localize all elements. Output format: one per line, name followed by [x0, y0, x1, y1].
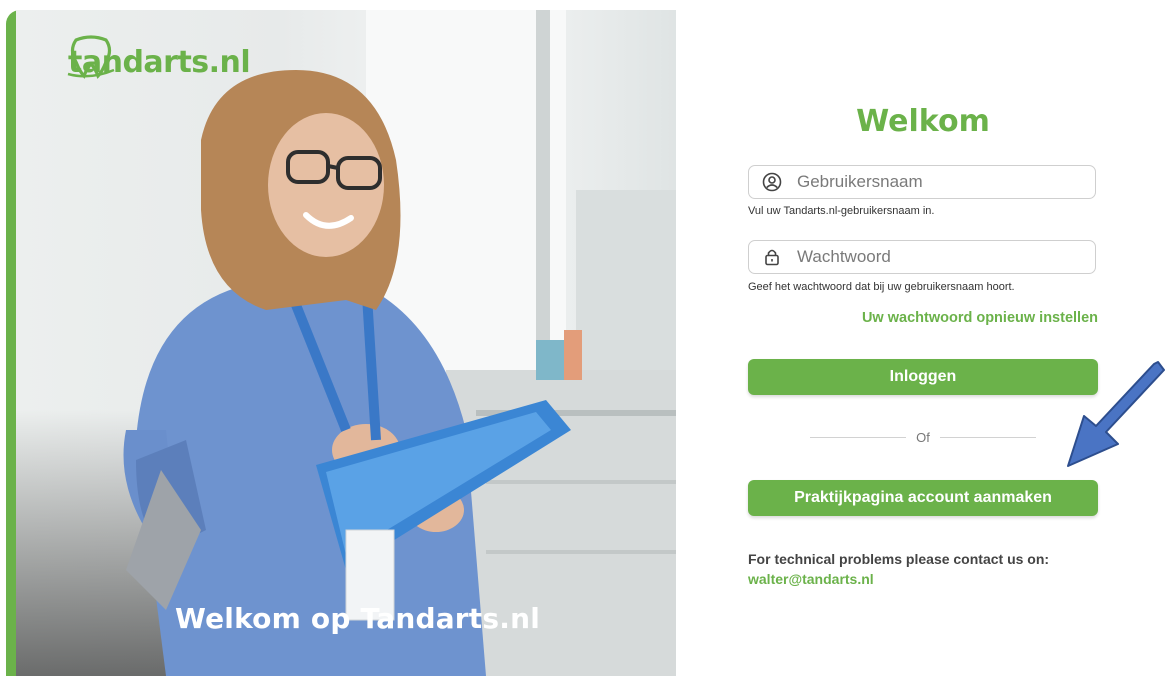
divider-line-right — [939, 436, 1037, 438]
hero-image: tandarts.nl Welkom op Tandarts.nl — [16, 10, 676, 676]
tooth-icon — [67, 35, 115, 79]
create-account-button[interactable]: Praktijkpagina account aanmaken — [748, 480, 1098, 516]
support-text: For technical problems please contact us… — [748, 551, 1050, 567]
hero-title: Welkom op Tandarts.nl — [175, 602, 541, 635]
password-hint: Geef het wachtwoord dat bij uw gebruiker… — [748, 281, 1015, 293]
hero-illustration — [123, 10, 676, 676]
lock-icon — [761, 246, 783, 268]
username-hint: Vul uw Tandarts.nl-gebruikersnaam in. — [748, 205, 935, 217]
blue-arrow-icon — [1067, 361, 1165, 467]
password-field[interactable] — [748, 240, 1096, 274]
login-button[interactable]: Inloggen — [748, 359, 1098, 395]
user-icon — [761, 171, 783, 193]
reset-password-link[interactable]: Uw wachtwoord opnieuw instellen — [748, 310, 1098, 326]
support-email-link[interactable]: walter@tandarts.nl — [748, 571, 874, 587]
support-info: For technical problems please contact us… — [748, 549, 1108, 589]
brand-logo[interactable]: tandarts.nl — [66, 32, 251, 92]
password-input[interactable] — [797, 247, 1077, 267]
username-field[interactable] — [748, 165, 1096, 199]
divider-text: Of — [916, 429, 930, 445]
username-input[interactable] — [797, 172, 1077, 192]
or-divider: Of — [810, 428, 1037, 446]
divider-line-left — [810, 436, 907, 438]
login-title: Welkom — [856, 104, 990, 139]
